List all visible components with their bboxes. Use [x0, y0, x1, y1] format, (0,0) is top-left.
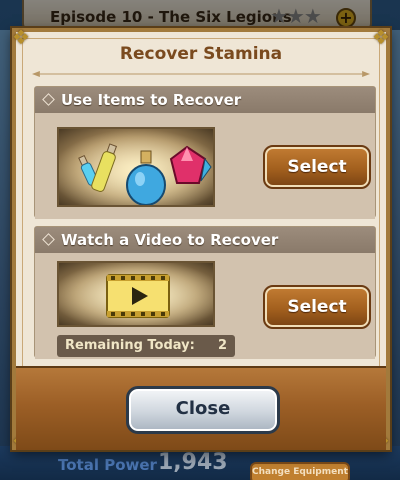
remaining-today-badge: Remaining Today: 2	[57, 335, 235, 357]
use-items-section: Use Items to Recover Select	[34, 86, 376, 219]
dialog-title: Recover Stamina	[119, 44, 283, 64]
total-power-label: Total Power	[58, 456, 157, 474]
remaining-today-label: Remaining Today:	[65, 338, 195, 353]
video-icon	[57, 261, 215, 327]
diamond-bullet-icon	[42, 93, 55, 106]
diamond-bullet-icon	[42, 233, 55, 246]
items-icon	[57, 127, 215, 207]
select-items-button[interactable]: Select	[263, 145, 371, 189]
watch-video-section: Watch a Video to Recover Select Remainin…	[34, 226, 376, 359]
remaining-today-value: 2	[217, 338, 227, 353]
total-power-value: 1,943	[158, 450, 228, 475]
episode-title: Episode 10 - The Six Legions	[50, 8, 292, 26]
title-divider	[30, 70, 372, 78]
close-button[interactable]: Close	[126, 386, 280, 434]
section-header: Watch a Video to Recover	[35, 227, 375, 253]
section-title: Use Items to Recover	[61, 91, 242, 109]
section-header: Use Items to Recover	[35, 87, 375, 113]
star-rating: ★★★	[270, 4, 322, 28]
recover-stamina-dialog: ❖ ❖ ❖ ❖ Recover Stamina Use Items to Rec…	[12, 26, 390, 452]
section-title: Watch a Video to Recover	[61, 231, 279, 249]
change-equipment-button: Change Equipment	[250, 462, 350, 480]
plus-icon: +	[336, 8, 356, 28]
select-video-button[interactable]: Select	[263, 285, 371, 329]
